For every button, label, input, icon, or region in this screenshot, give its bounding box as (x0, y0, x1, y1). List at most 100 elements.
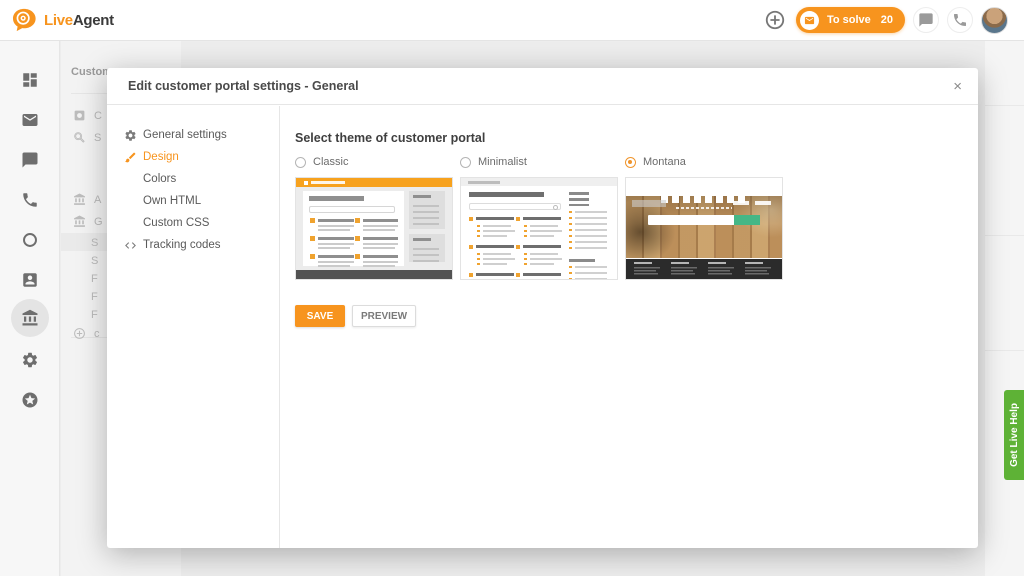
radio-circle-selected-icon[interactable] (625, 157, 636, 168)
logo-bubble-icon (12, 8, 38, 32)
app-sidebar (0, 41, 60, 576)
to-solve-label: To solve (827, 14, 871, 26)
sidebar-item-calls[interactable] (11, 181, 49, 219)
thumb-hero-image (626, 196, 782, 258)
radio-circle-icon[interactable] (295, 157, 306, 168)
thumb-link-list (569, 266, 611, 280)
thumb-widget (569, 259, 595, 262)
background-row: S (73, 131, 101, 144)
get-live-help-label: Get Live Help (1009, 403, 1020, 467)
to-solve-button[interactable]: To solve 20 (796, 7, 905, 33)
calls-button[interactable] (947, 7, 973, 33)
liveagent-logo[interactable]: LiveAgent (12, 8, 114, 32)
thumb-widget (569, 192, 589, 206)
theme-thumbnail-classic[interactable] (295, 177, 453, 280)
nav-item-own-html[interactable]: Own HTML (107, 190, 279, 212)
nav-item-general-settings[interactable]: General settings (107, 124, 279, 146)
background-row: S (91, 237, 98, 249)
background-row: S (91, 255, 98, 267)
contact-card-icon (21, 271, 39, 289)
divider (985, 350, 1024, 351)
thumb-logo (632, 200, 666, 207)
nav-item-colors[interactable]: Colors (107, 168, 279, 190)
theme-thumbnail-minimalist[interactable] (460, 177, 618, 280)
nav-item-custom-css[interactable]: Custom CSS (107, 212, 279, 234)
theme-option-montana: Montana (625, 155, 783, 280)
thumb-header (461, 178, 617, 186)
thumb-nav-links (733, 201, 777, 205)
chats-button[interactable] (913, 7, 939, 33)
thumb-list-item (516, 245, 563, 267)
background-content-strip (985, 41, 1024, 576)
thumb-header (296, 178, 452, 187)
thumb-body (303, 191, 445, 266)
thumb-list-item (516, 273, 563, 280)
nav-item-tracking-codes[interactable]: Tracking codes (107, 234, 279, 256)
radio-minimalist[interactable]: Minimalist (460, 155, 618, 169)
plus-circle-icon (764, 9, 786, 31)
thumb-footer-column (634, 262, 663, 277)
thumb-sidebar (409, 191, 445, 266)
thumb-item-grid (469, 217, 563, 280)
thumb-list-item (309, 236, 354, 250)
plus-circle-icon (73, 327, 86, 340)
add-new-button[interactable] (762, 7, 788, 33)
user-avatar[interactable] (981, 7, 1008, 34)
modal-nav: General settings Design Colors Own HTML … (107, 106, 280, 548)
app-root: LiveAgent To solve 20 (0, 0, 1024, 576)
background-row: F (91, 309, 98, 321)
modal-header: Edit customer portal settings - General … (107, 68, 978, 105)
thumb-search-box (309, 206, 395, 213)
save-button[interactable]: SAVE (295, 305, 345, 327)
bank-icon (73, 193, 86, 206)
thumb-body (469, 192, 611, 275)
background-row: G (73, 215, 103, 228)
thumb-list-item (354, 218, 399, 232)
nav-item-design[interactable]: Design (107, 146, 279, 168)
thumb-footer-column (671, 262, 700, 277)
theme-thumbnail-montana[interactable] (625, 177, 783, 280)
thumb-list-item (469, 217, 516, 239)
thumb-title-bar (469, 192, 544, 197)
sidebar-item-customers[interactable] (11, 261, 49, 299)
sidebar-item-tickets[interactable] (11, 101, 49, 139)
thumb-footer-column (745, 262, 774, 277)
background-add-row: c (73, 327, 100, 340)
close-icon[interactable]: × (953, 79, 962, 94)
sidebar-item-chats[interactable] (11, 141, 49, 179)
sidebar-item-settings[interactable] (11, 341, 49, 379)
theme-section-heading: Select theme of customer portal (295, 131, 978, 145)
thumb-list-item (309, 254, 354, 268)
star-circle-icon (21, 391, 39, 409)
modal-body: General settings Design Colors Own HTML … (107, 106, 978, 548)
dashboard-icon (21, 71, 39, 89)
sidebar-item-automation[interactable] (11, 221, 49, 259)
thumb-list-item (469, 273, 516, 280)
radio-circle-icon[interactable] (460, 157, 471, 168)
sidebar-item-customer-portal[interactable] (11, 299, 49, 337)
thumb-search-box (648, 215, 760, 225)
thumb-main-column (303, 191, 404, 266)
thumb-footer (626, 259, 782, 279)
modal-title: Edit customer portal settings - General (128, 79, 359, 93)
radio-classic[interactable]: Classic (295, 155, 453, 169)
bank-icon (73, 215, 86, 228)
sidebar-item-dashboard[interactable] (11, 61, 49, 99)
logo-text: LiveAgent (44, 12, 114, 29)
get-live-help-button[interactable]: Get Live Help (1004, 390, 1024, 480)
radio-montana[interactable]: Montana (625, 155, 783, 169)
gear-icon (21, 351, 39, 369)
sidebar-item-upgrade[interactable] (11, 381, 49, 419)
envelope-badge (800, 11, 819, 30)
top-bar: LiveAgent To solve 20 (0, 0, 1024, 41)
phone-icon (21, 191, 39, 209)
thumb-list-item (309, 218, 354, 232)
thumb-hero-subtitle (676, 207, 732, 209)
modal-content: Select theme of customer portal Classic (280, 106, 978, 548)
ring-icon (21, 231, 39, 249)
thumb-list-item (469, 245, 516, 267)
top-bar-controls: To solve 20 (762, 7, 1008, 34)
preview-button[interactable]: PREVIEW (352, 305, 416, 327)
theme-option-minimalist: Minimalist (460, 155, 618, 280)
thumb-search-button (734, 215, 760, 225)
